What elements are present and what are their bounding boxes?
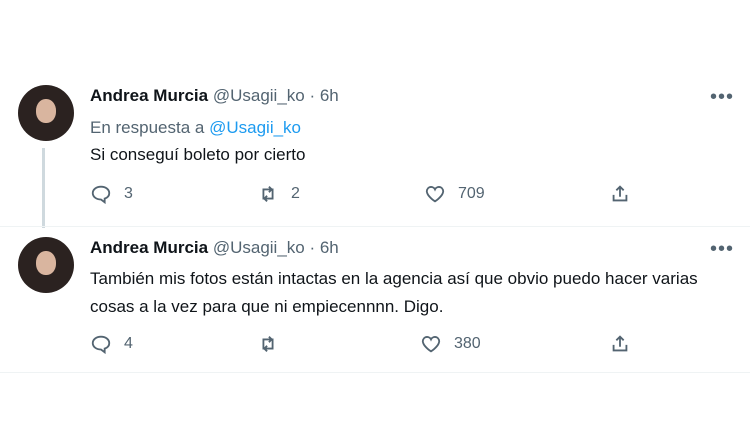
reply-icon — [91, 335, 111, 355]
more-icon[interactable]: ••• — [710, 87, 734, 107]
like-icon — [421, 336, 441, 353]
retweet-icon — [262, 186, 274, 202]
reply-mention-link[interactable]: @Usagii_ko — [209, 118, 301, 137]
reply-prefix: En respuesta a — [90, 118, 205, 137]
like-button[interactable]: 380 — [420, 333, 481, 355]
like-count: 709 — [458, 185, 485, 202]
thread-line — [42, 148, 45, 228]
tweet-text: Si conseguí boleto por cierto — [90, 145, 306, 164]
reply-icon — [91, 185, 111, 205]
reply-context: En respuesta a @Usagii_ko — [90, 118, 301, 138]
reply-button[interactable]: 4 — [90, 333, 133, 355]
tweet-text: También mis fotos están intactas en la a… — [90, 269, 698, 316]
retweet-count: 2 — [291, 185, 300, 202]
author-name[interactable]: Andrea Murcia — [90, 238, 208, 257]
author-name[interactable]: Andrea Murcia — [90, 86, 208, 105]
tweet-time[interactable]: · 6h — [309, 86, 338, 105]
like-icon — [425, 186, 445, 203]
author-handle[interactable]: @Usagii_ko — [213, 238, 305, 257]
tweet-header: Andrea Murcia @Usagii_ko · 6h — [90, 238, 339, 258]
like-count: 380 — [454, 335, 481, 352]
reply-count: 3 — [124, 185, 133, 202]
more-icon[interactable]: ••• — [710, 239, 734, 259]
like-button[interactable]: 709 — [424, 183, 485, 205]
tweet-1[interactable]: Andrea Murcia @Usagii_ko · 6h ••• En res… — [0, 0, 750, 228]
avatar[interactable] — [18, 237, 74, 293]
retweet-icon — [262, 336, 274, 352]
share-icon — [612, 185, 628, 202]
tweet-divider — [0, 372, 750, 373]
tweet-time[interactable]: · 6h — [309, 238, 338, 257]
author-handle[interactable]: @Usagii_ko — [213, 86, 305, 105]
retweet-button[interactable] — [257, 333, 291, 355]
share-button[interactable] — [609, 183, 631, 205]
tweet-2[interactable]: Andrea Murcia @Usagii_ko · 6h ••• Tambié… — [0, 227, 750, 371]
reply-count: 4 — [124, 335, 133, 352]
retweet-button[interactable]: 2 — [257, 183, 300, 205]
reply-button[interactable]: 3 — [90, 183, 133, 205]
share-button[interactable] — [609, 333, 631, 355]
share-icon — [612, 335, 628, 352]
avatar[interactable] — [18, 85, 74, 141]
tweet-header: Andrea Murcia @Usagii_ko · 6h — [90, 86, 339, 106]
